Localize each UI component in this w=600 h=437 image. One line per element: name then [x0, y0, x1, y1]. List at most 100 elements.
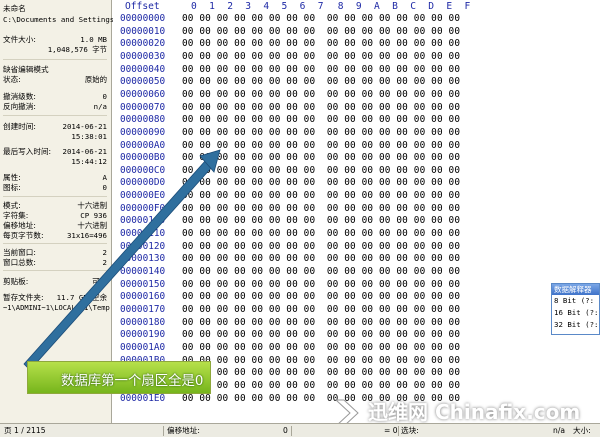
- hex-row[interactable]: 00000010 00 00 00 00 00 00 00 00 00 00 00…: [113, 26, 600, 38]
- row-offset: 00000170: [120, 303, 166, 315]
- row-bytes[interactable]: 00 00 00 00 00 00 00 00 00 00 00 00 00 0…: [182, 215, 460, 226]
- row-bytes[interactable]: 00 00 00 00 00 00 00 00 00 00 00 00 00 0…: [182, 317, 460, 328]
- row-offset: 000000E0: [120, 190, 166, 202]
- row-offset: 00000130: [120, 253, 166, 265]
- hex-row[interactable]: 000000A0 00 00 00 00 00 00 00 00 00 00 00…: [113, 140, 600, 152]
- hex-row[interactable]: 00000050 00 00 00 00 00 00 00 00 00 00 00…: [113, 76, 600, 88]
- file-size-bytes: 1,048,576 字节: [47, 45, 107, 54]
- current-window-label: 当前窗口:: [3, 248, 36, 257]
- hex-row[interactable]: 00000160 00 00 00 00 00 00 00 00 00 00 00…: [113, 291, 600, 303]
- status-offset-value: 0: [283, 426, 288, 435]
- row-bytes[interactable]: 00 00 00 00 00 00 00 00 00 00 00 00 00 0…: [182, 114, 460, 125]
- hex-row[interactable]: 00000030 00 00 00 00 00 00 00 00 00 00 00…: [113, 51, 600, 63]
- row-bytes[interactable]: 00 00 00 00 00 00 00 00 00 00 00 00 00 0…: [182, 266, 460, 277]
- hex-row[interactable]: 00000100 00 00 00 00 00 00 00 00 00 00 00…: [113, 215, 600, 227]
- hex-row[interactable]: 00000140 00 00 00 00 00 00 00 00 00 00 00…: [113, 266, 600, 278]
- row-bytes[interactable]: 00 00 00 00 00 00 00 00 00 00 00 00 00 0…: [182, 38, 460, 49]
- row-bytes[interactable]: 00 00 00 00 00 00 00 00 00 00 00 00 00 0…: [182, 190, 460, 201]
- row-offset: 00000190: [120, 329, 166, 341]
- row-bytes[interactable]: 00 00 00 00 00 00 00 00 00 00 00 00 00 0…: [182, 51, 460, 62]
- column-header-2: 2: [227, 1, 233, 12]
- hex-row[interactable]: 00000070 00 00 00 00 00 00 00 00 00 00 00…: [113, 102, 600, 114]
- row-bytes[interactable]: 00 00 00 00 00 00 00 00 00 00 00 00 00 0…: [182, 203, 460, 214]
- status-size-label: 大小:: [573, 426, 591, 435]
- file-size-label: 文件大小:: [3, 35, 36, 44]
- row-bytes[interactable]: 00 00 00 00 00 00 00 00 00 00 00 00 00 0…: [182, 228, 460, 239]
- row-bytes[interactable]: 00 00 00 00 00 00 00 00 00 00 00 00 00 0…: [182, 64, 460, 75]
- row-bytes[interactable]: 00 00 00 00 00 00 00 00 00 00 00 00 00 0…: [182, 140, 460, 151]
- redo-label: 反向撤消:: [3, 102, 36, 111]
- row-bytes[interactable]: 00 00 00 00 00 00 00 00 00 00 00 00 00 0…: [182, 241, 460, 252]
- row-offset: 00000060: [120, 88, 166, 100]
- hex-row[interactable]: 00000090 00 00 00 00 00 00 00 00 00 00 00…: [113, 127, 600, 139]
- column-header-0: 0: [191, 1, 197, 12]
- row-bytes[interactable]: 00 00 00 00 00 00 00 00 00 00 00 00 00 0…: [182, 127, 460, 138]
- row-offset: 000000B0: [120, 152, 166, 164]
- hex-row[interactable]: 00000020 00 00 00 00 00 00 00 00 00 00 00…: [113, 38, 600, 50]
- hex-row[interactable]: 000000B0 00 00 00 00 00 00 00 00 00 00 00…: [113, 152, 600, 164]
- status-block-label: 选块:: [401, 426, 419, 435]
- hex-row[interactable]: 00000110 00 00 00 00 00 00 00 00 00 00 00…: [113, 228, 600, 240]
- row-bytes[interactable]: 00 00 00 00 00 00 00 00 00 00 00 00 00 0…: [182, 367, 460, 378]
- hex-row[interactable]: 00000120 00 00 00 00 00 00 00 00 00 00 00…: [113, 241, 600, 253]
- row-offset: 00000120: [120, 240, 166, 252]
- hex-editor-grid[interactable]: Offset 0 1 2 34567 89 A B C DEF 00000000 00 00 00…: [113, 0, 600, 423]
- bytes-per-page-label: 每页字节数:: [3, 231, 44, 240]
- divider: [3, 59, 107, 60]
- temp-folder-label: 暂存文件夹:: [3, 293, 44, 302]
- column-header-d: D: [428, 1, 435, 12]
- status-bar: 页 1 / 2115 偏移地址: 0 = 0 选块: n/a 大小:: [0, 423, 600, 437]
- row-bytes[interactable]: 00 00 00 00 00 00 00 00 00 00 00 00 00 0…: [182, 13, 460, 24]
- status-eq-value: = 0: [384, 426, 398, 435]
- row-bytes[interactable]: 00 00 00 00 00 00 00 00 00 00 00 00 00 0…: [182, 26, 460, 37]
- row-bytes[interactable]: 00 00 00 00 00 00 00 00 00 00 00 00 00 0…: [182, 291, 460, 302]
- hex-row[interactable]: 00000180 00 00 00 00 00 00 00 00 00 00 00…: [113, 317, 600, 329]
- hex-row[interactable]: 000000F0 00 00 00 00 00 00 00 00 00 00 00…: [113, 203, 600, 215]
- row-bytes[interactable]: 00 00 00 00 00 00 00 00 00 00 00 00 00 0…: [182, 89, 460, 100]
- hex-row[interactable]: 00000060 00 00 00 00 00 00 00 00 00 00 00…: [113, 89, 600, 101]
- row-offset: 00000020: [120, 38, 166, 50]
- row-offset: 00000000: [120, 13, 166, 24]
- row-offset: 00000030: [120, 50, 166, 62]
- row-offset: 00000110: [120, 228, 166, 240]
- hex-row[interactable]: 00000130 00 00 00 00 00 00 00 00 00 00 00…: [113, 253, 600, 265]
- row-bytes[interactable]: 00 00 00 00 00 00 00 00 00 00 00 00 00 0…: [182, 165, 460, 176]
- row-bytes[interactable]: 00 00 00 00 00 00 00 00 00 00 00 00 00 0…: [182, 76, 460, 87]
- interpreter-row-16bit: 16 Bit (?: 0: [554, 308, 599, 317]
- bytes-per-page-value: 31x16=496: [66, 231, 107, 240]
- column-header-9: 9: [355, 1, 362, 12]
- hex-row[interactable]: 000000C0 00 00 00 00 00 00 00 00 00 00 00…: [113, 165, 600, 177]
- column-header-e: E: [446, 1, 453, 12]
- data-interpreter-title: 数据解释器: [552, 284, 599, 295]
- hex-row[interactable]: 000000D0 00 00 00 00 00 00 00 00 00 00 00…: [113, 177, 600, 189]
- hex-row[interactable]: 00000150 00 00 00 00 00 00 00 00 00 00 00…: [113, 279, 600, 291]
- data-interpreter-panel[interactable]: 数据解释器 8 Bit (?: 0 16 Bit (?: 0 32 Bit (?…: [551, 283, 600, 335]
- hex-row[interactable]: 00000190 00 00 00 00 00 00 00 00 00 00 00…: [113, 329, 600, 341]
- column-header-6: 6: [299, 1, 306, 12]
- charset-label: 字符集:: [3, 211, 29, 220]
- row-bytes[interactable]: 00 00 00 00 00 00 00 00 00 00 00 00 00 0…: [182, 342, 460, 353]
- hex-row[interactable]: 000000E0 00 00 00 00 00 00 00 00 00 00 00…: [113, 190, 600, 202]
- current-window-value: 2: [102, 248, 107, 257]
- undo-level-label: 撤消级数:: [3, 92, 36, 101]
- hex-row[interactable]: 00000000 00 00 00 00 00 00 00 00 00 00 00…: [113, 13, 600, 25]
- row-bytes[interactable]: 00 00 00 00 00 00 00 00 00 00 00 00 00 0…: [182, 329, 460, 340]
- row-bytes[interactable]: 00 00 00 00 00 00 00 00 00 00 00 00 00 0…: [182, 304, 460, 315]
- row-bytes[interactable]: 00 00 00 00 00 00 00 00 00 00 00 00 00 0…: [182, 279, 460, 290]
- row-bytes[interactable]: 00 00 00 00 00 00 00 00 00 00 00 00 00 0…: [182, 102, 460, 113]
- hex-row[interactable]: 000001A0 00 00 00 00 00 00 00 00 00 00 00…: [113, 342, 600, 354]
- row-bytes[interactable]: 00 00 00 00 00 00 00 00 00 00 00 00 00 0…: [182, 253, 460, 264]
- column-header-1: 1: [209, 1, 215, 12]
- row-offset: 00000040: [120, 63, 166, 75]
- row-bytes[interactable]: 00 00 00 00 00 00 00 00 00 00 00 00 00 0…: [182, 380, 460, 391]
- row-bytes[interactable]: 00 00 00 00 00 00 00 00 00 00 00 00 00 0…: [182, 355, 460, 366]
- hex-row[interactable]: 00000170 00 00 00 00 00 00 00 00 00 00 00…: [113, 304, 600, 316]
- hex-row[interactable]: 00000040 00 00 00 00 00 00 00 00 00 00 00…: [113, 64, 600, 76]
- row-offset: 000001E0: [120, 392, 166, 404]
- row-offset: 00000080: [120, 114, 166, 126]
- hex-row[interactable]: 00000080 00 00 00 00 00 00 00 00 00 00 00…: [113, 114, 600, 126]
- row-bytes[interactable]: 00 00 00 00 00 00 00 00 00 00 00 00 00 0…: [182, 177, 460, 188]
- file-info-panel: 未命名 C:\Documents and Settings 文件大小: 1.0 …: [0, 0, 114, 423]
- attr-label: 属性:: [3, 173, 21, 182]
- row-bytes[interactable]: 00 00 00 00 00 00 00 00 00 00 00 00 00 0…: [182, 152, 460, 163]
